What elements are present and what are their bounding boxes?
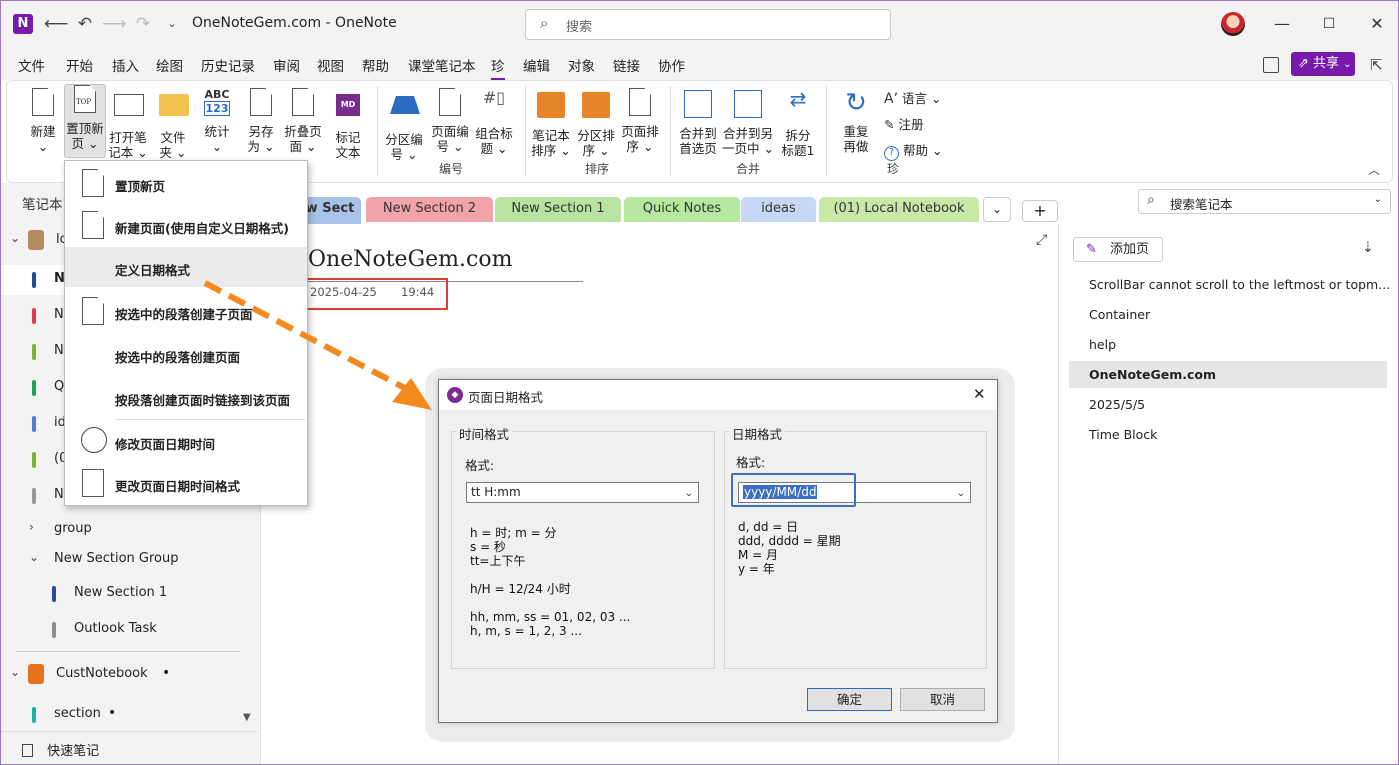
annotation-arrow [203, 280, 432, 410]
